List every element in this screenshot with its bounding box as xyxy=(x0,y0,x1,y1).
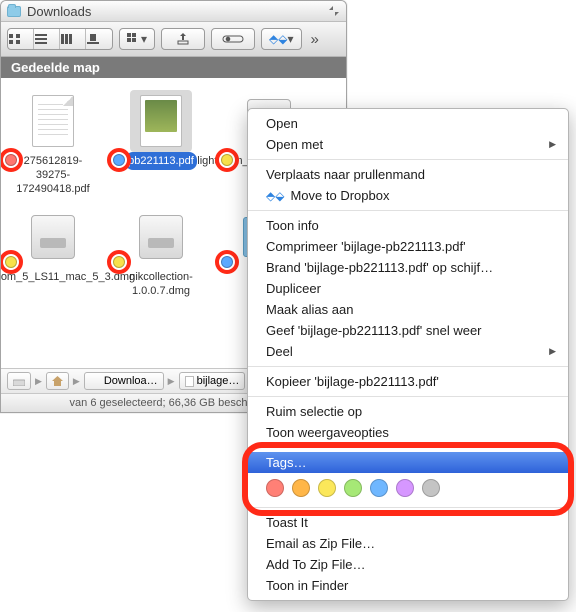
view-coverflow-button[interactable] xyxy=(86,29,112,49)
menu-view-options[interactable]: Toon weergaveopties xyxy=(248,422,568,443)
dropbox-icon: ⬘⬙ xyxy=(266,189,284,203)
menu-trash[interactable]: Verplaats naar prullenmand xyxy=(248,164,568,185)
tag-color-purple[interactable] xyxy=(396,479,414,497)
path-segment-disk[interactable] xyxy=(7,372,31,390)
menu-burn[interactable]: Brand 'bijlage-pb221113.pdf' op schijf… xyxy=(248,257,568,278)
titlebar[interactable]: Downloads xyxy=(1,1,346,22)
tag-button[interactable] xyxy=(211,28,255,50)
tag-marker xyxy=(215,250,239,274)
menu-tags[interactable]: Tags… xyxy=(248,452,568,473)
tag-color-blue[interactable] xyxy=(370,479,388,497)
path-segment[interactable]: bijlage… xyxy=(179,372,246,390)
window-title: Downloads xyxy=(27,4,91,19)
tag-marker xyxy=(0,250,23,274)
menu-duplicate[interactable]: Dupliceer xyxy=(248,278,568,299)
tag-color-yellow[interactable] xyxy=(318,479,336,497)
tag-color-orange[interactable] xyxy=(292,479,310,497)
file-item[interactable]: nikcollection-1.0.0.7.dmg xyxy=(115,206,207,300)
view-icon-button[interactable] xyxy=(8,29,34,49)
path-label: Downloa… xyxy=(104,375,158,387)
menu-copy[interactable]: Kopieer 'bijlage-pb221113.pdf' xyxy=(248,371,568,392)
menu-cleanup[interactable]: Ruim selectie op xyxy=(248,401,568,422)
path-segment[interactable]: Downloa… xyxy=(84,372,164,390)
toolbar-overflow-icon[interactable]: » xyxy=(308,31,319,48)
menu-share[interactable]: Deel xyxy=(248,341,568,362)
dropbox-button[interactable]: ⬘⬙ ▾ xyxy=(261,28,302,50)
file-label: nikcollection-1.0.0.7.dmg xyxy=(115,268,207,300)
menu-quicklook[interactable]: Geef 'bijlage-pb221113.pdf' snel weer xyxy=(248,320,568,341)
chevron-right-icon: ▶ xyxy=(168,376,175,387)
tag-marker xyxy=(107,250,131,274)
pdf-icon xyxy=(32,95,74,147)
menu-add-zip[interactable]: Add To Zip File… xyxy=(248,554,568,575)
menu-info[interactable]: Toon info xyxy=(248,215,568,236)
tag-color-row xyxy=(248,473,568,503)
chevron-right-icon: ▶ xyxy=(35,376,42,387)
file-label: pb221113.pdf xyxy=(125,152,197,170)
arrange-button[interactable]: ▾ xyxy=(119,28,155,50)
tag-color-gray[interactable] xyxy=(422,479,440,497)
tag-color-red[interactable] xyxy=(266,479,284,497)
file-item[interactable]: lightroom_5_LS11_mac_5_3.dmg xyxy=(7,206,99,300)
dmg-icon xyxy=(31,215,75,259)
expand-icon[interactable] xyxy=(328,5,340,17)
path-label: bijlage… xyxy=(197,375,240,387)
menu-open-with[interactable]: Open met xyxy=(248,134,568,155)
menu-compress[interactable]: Comprimeer 'bijlage-pb221113.pdf' xyxy=(248,236,568,257)
menu-toastit[interactable]: Toast It xyxy=(248,512,568,533)
tag-marker xyxy=(215,148,239,172)
pdf-icon xyxy=(140,95,182,147)
tag-color-green[interactable] xyxy=(344,479,362,497)
share-button[interactable] xyxy=(161,28,205,50)
folder-icon xyxy=(7,6,21,17)
file-item[interactable]: 275612819-39275-172490418.pdf xyxy=(7,90,99,198)
context-menu: Open Open met Verplaats naar prullenmand… xyxy=(247,108,569,601)
menu-dropbox[interactable]: ⬘⬙Move to Dropbox xyxy=(248,185,568,206)
dmg-icon xyxy=(139,215,183,259)
file-item[interactable]: pb221113.pdf xyxy=(115,90,207,198)
tag-marker xyxy=(0,148,23,172)
view-column-button[interactable] xyxy=(60,29,86,49)
menu-email-zip[interactable]: Email as Zip File… xyxy=(248,533,568,554)
menu-reveal-finder[interactable]: Toon in Finder xyxy=(248,575,568,596)
view-list-button[interactable] xyxy=(34,29,60,49)
toolbar: ▾ ⬘⬙ ▾ » xyxy=(1,22,346,57)
path-segment-home[interactable] xyxy=(46,372,69,390)
chevron-right-icon: ▶ xyxy=(73,376,80,387)
view-mode-segment xyxy=(7,28,113,50)
dropbox-icon: ⬘⬙ xyxy=(269,32,287,46)
tag-marker xyxy=(107,148,131,172)
section-header-shared: Gedeelde map xyxy=(1,57,346,78)
menu-open[interactable]: Open xyxy=(248,113,568,134)
menu-alias[interactable]: Maak alias aan xyxy=(248,299,568,320)
